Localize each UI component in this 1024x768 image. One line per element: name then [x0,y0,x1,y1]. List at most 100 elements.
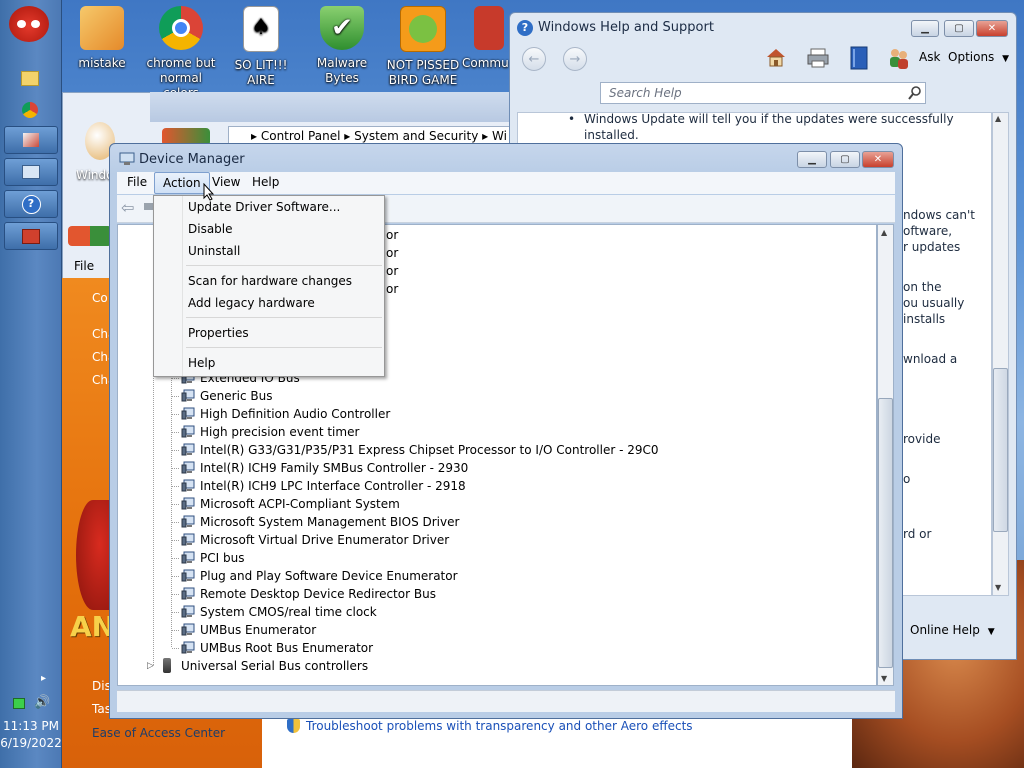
desktop-icon-community[interactable]: Commu [462,4,512,71]
tree-row-device[interactable]: UMBus Enumerator [200,621,316,639]
tray-expand-icon[interactable]: ▸ [41,673,46,684]
back-arrow-icon[interactable]: ⇦ [121,198,134,217]
online-help-label: Online Help [910,623,980,637]
system-device-icon [181,479,195,492]
tree-row-device[interactable]: Intel(R) ICH9 LPC Interface Controller -… [200,477,466,495]
scroll-down-arrow-icon[interactable]: ▼ [881,674,887,683]
taskbar-item-chrome[interactable] [14,96,46,124]
tree-row-device[interactable]: High Definition Audio Controller [200,405,390,423]
search-icon[interactable] [907,85,923,101]
help-partial-text: rd or [903,527,932,541]
tree-row-partial[interactable]: or [386,280,398,298]
taskbar-item-explorer[interactable] [14,64,46,92]
tree-row-device[interactable]: System CMOS/real time clock [200,603,377,621]
tree-row-device[interactable]: Microsoft ACPI-Compliant System [200,495,400,513]
desktop-icon-partial-label[interactable]: Windo Vist [76,168,112,182]
troubleshoot-link-text[interactable]: Troubleshoot problems with transparency … [306,719,693,733]
tree-row-partial[interactable]: or [386,262,398,280]
browse-help-icon[interactable] [849,46,869,70]
cp-nav-back-forward[interactable] [68,226,112,246]
tree-row-device[interactable]: Remote Desktop Device Redirector Bus [200,585,436,603]
expand-arrow-icon[interactable]: ▷ [147,661,154,671]
help-scroll-thumb[interactable] [993,368,1008,532]
menu-action[interactable]: Action [154,172,210,194]
bullet-icon: • [568,112,576,126]
scroll-down-arrow-icon[interactable]: ▼ [995,583,1001,592]
help-close-button[interactable]: ✕ [976,20,1008,37]
troubleshoot-link[interactable]: Troubleshoot problems with transparency … [287,719,693,733]
cp-sidebar-link[interactable]: Co [92,291,108,305]
taskbar-item-help[interactable]: ? [4,190,58,218]
menu-help[interactable]: Help [244,172,287,194]
print-icon[interactable] [806,48,830,68]
breadcrumb-system-security[interactable]: System and Security [354,129,478,143]
help-partial-text: ndows can't [903,208,976,222]
start-button[interactable] [9,6,49,42]
menu-file[interactable]: File [119,172,155,194]
tree-row-device[interactable]: PCI bus [200,549,244,567]
help-partial-text: r updates [903,240,961,254]
desktop-icon-chrome[interactable]: chrome but normal colors [142,4,220,101]
tree-row-device[interactable]: UMBus Root Bus Enumerator [200,639,373,657]
menu-item-uninstall[interactable]: Uninstall [188,242,240,260]
desktop-icon-mistake[interactable]: mistake [63,4,141,71]
desktop-icon-malwarebytes[interactable]: ✔ Malware Bytes [303,4,381,86]
dm-scroll-thumb[interactable] [878,398,893,668]
help-search-input[interactable]: Search Help [600,82,926,104]
desktop-icon-solitaire[interactable]: ♠ SO LIT!!! AIRE [222,4,300,88]
system-device-icon [181,443,195,456]
tree-category-usb[interactable]: Universal Serial Bus controllers [181,657,368,675]
tree-row-device[interactable]: Plug and Play Software Device Enumerator [200,567,458,585]
help-window-title: Windows Help and Support [538,20,714,35]
tree-row-device[interactable]: Generic Bus [200,387,272,405]
tree-branch-line [172,450,180,451]
scroll-up-arrow-icon[interactable]: ▲ [995,114,1001,123]
menu-gutter [182,196,183,376]
ask-people-icon[interactable] [888,46,910,70]
tree-row-device[interactable]: Intel(R) ICH9 Family SMBus Controller - … [200,459,468,477]
tree-branch-line [172,378,180,379]
home-icon[interactable] [765,46,787,68]
cp-file-menu[interactable]: File [74,259,94,273]
desktop-icon-label: NOT PISSED BIRD GAME [386,58,460,87]
taskbar-item-tool[interactable] [4,126,58,154]
tree-row-partial[interactable]: or [386,226,398,244]
help-options-menu[interactable]: Options ▼ [948,50,1009,64]
dm-minimize-button[interactable]: ▁ [797,151,827,168]
tree-row-device[interactable]: Microsoft System Management BIOS Driver [200,513,459,531]
network-icon[interactable] [13,698,25,709]
cp-sidebar-link[interactable]: Dis [92,679,111,693]
tree-branch-line [172,576,180,577]
taskbar-item-toolbox[interactable] [4,222,58,250]
desktop-icon-bird-game[interactable]: NOT PISSED BIRD GAME [384,4,462,88]
help-maximize-button[interactable]: ▢ [944,20,974,37]
chevron-down-icon: ▼ [987,627,995,637]
ease-of-access-link[interactable]: Ease of Access Center [92,726,225,740]
menu-item-properties[interactable]: Properties [188,324,249,342]
scroll-up-arrow-icon[interactable]: ▲ [881,228,887,237]
tree-row-device[interactable]: High precision event timer [200,423,359,441]
taskbar-item-device-manager[interactable] [4,158,58,186]
taskbar-clock[interactable]: 11:13 PM 6/19/2022 [0,718,62,752]
help-partial-text: o [903,472,911,486]
help-ask-button[interactable]: Ask [919,50,940,64]
tree-row-device[interactable]: Microsoft Virtual Drive Enumerator Drive… [200,531,449,549]
toolbox-icon [22,228,40,244]
breadcrumb-windows[interactable]: Wi [492,129,507,143]
breadcrumb-control-panel[interactable]: Control Panel [261,129,341,143]
help-back-button[interactable]: ← [522,47,546,71]
tree-row-partial[interactable]: or [386,244,398,262]
dm-close-button[interactable]: ✕ [862,151,894,168]
help-forward-button[interactable]: → [563,47,587,71]
online-help-toggle[interactable]: Online Help ▼ [910,623,995,637]
tree-row-device[interactable]: Intel(R) G33/G31/P35/P31 Express Chipset… [200,441,659,459]
menu-item-add-legacy[interactable]: Add legacy hardware [188,294,315,312]
help-minimize-button[interactable]: ▁ [911,20,939,37]
menu-item-disable[interactable]: Disable [188,220,233,238]
system-device-icon [181,425,195,438]
breadcrumb-sep: ▸ [344,129,355,143]
menu-item-help[interactable]: Help [188,354,215,372]
dm-maximize-button[interactable]: ▢ [830,151,860,168]
volume-icon[interactable]: 🔊 [34,695,50,710]
menu-item-scan-hardware[interactable]: Scan for hardware changes [188,272,352,290]
